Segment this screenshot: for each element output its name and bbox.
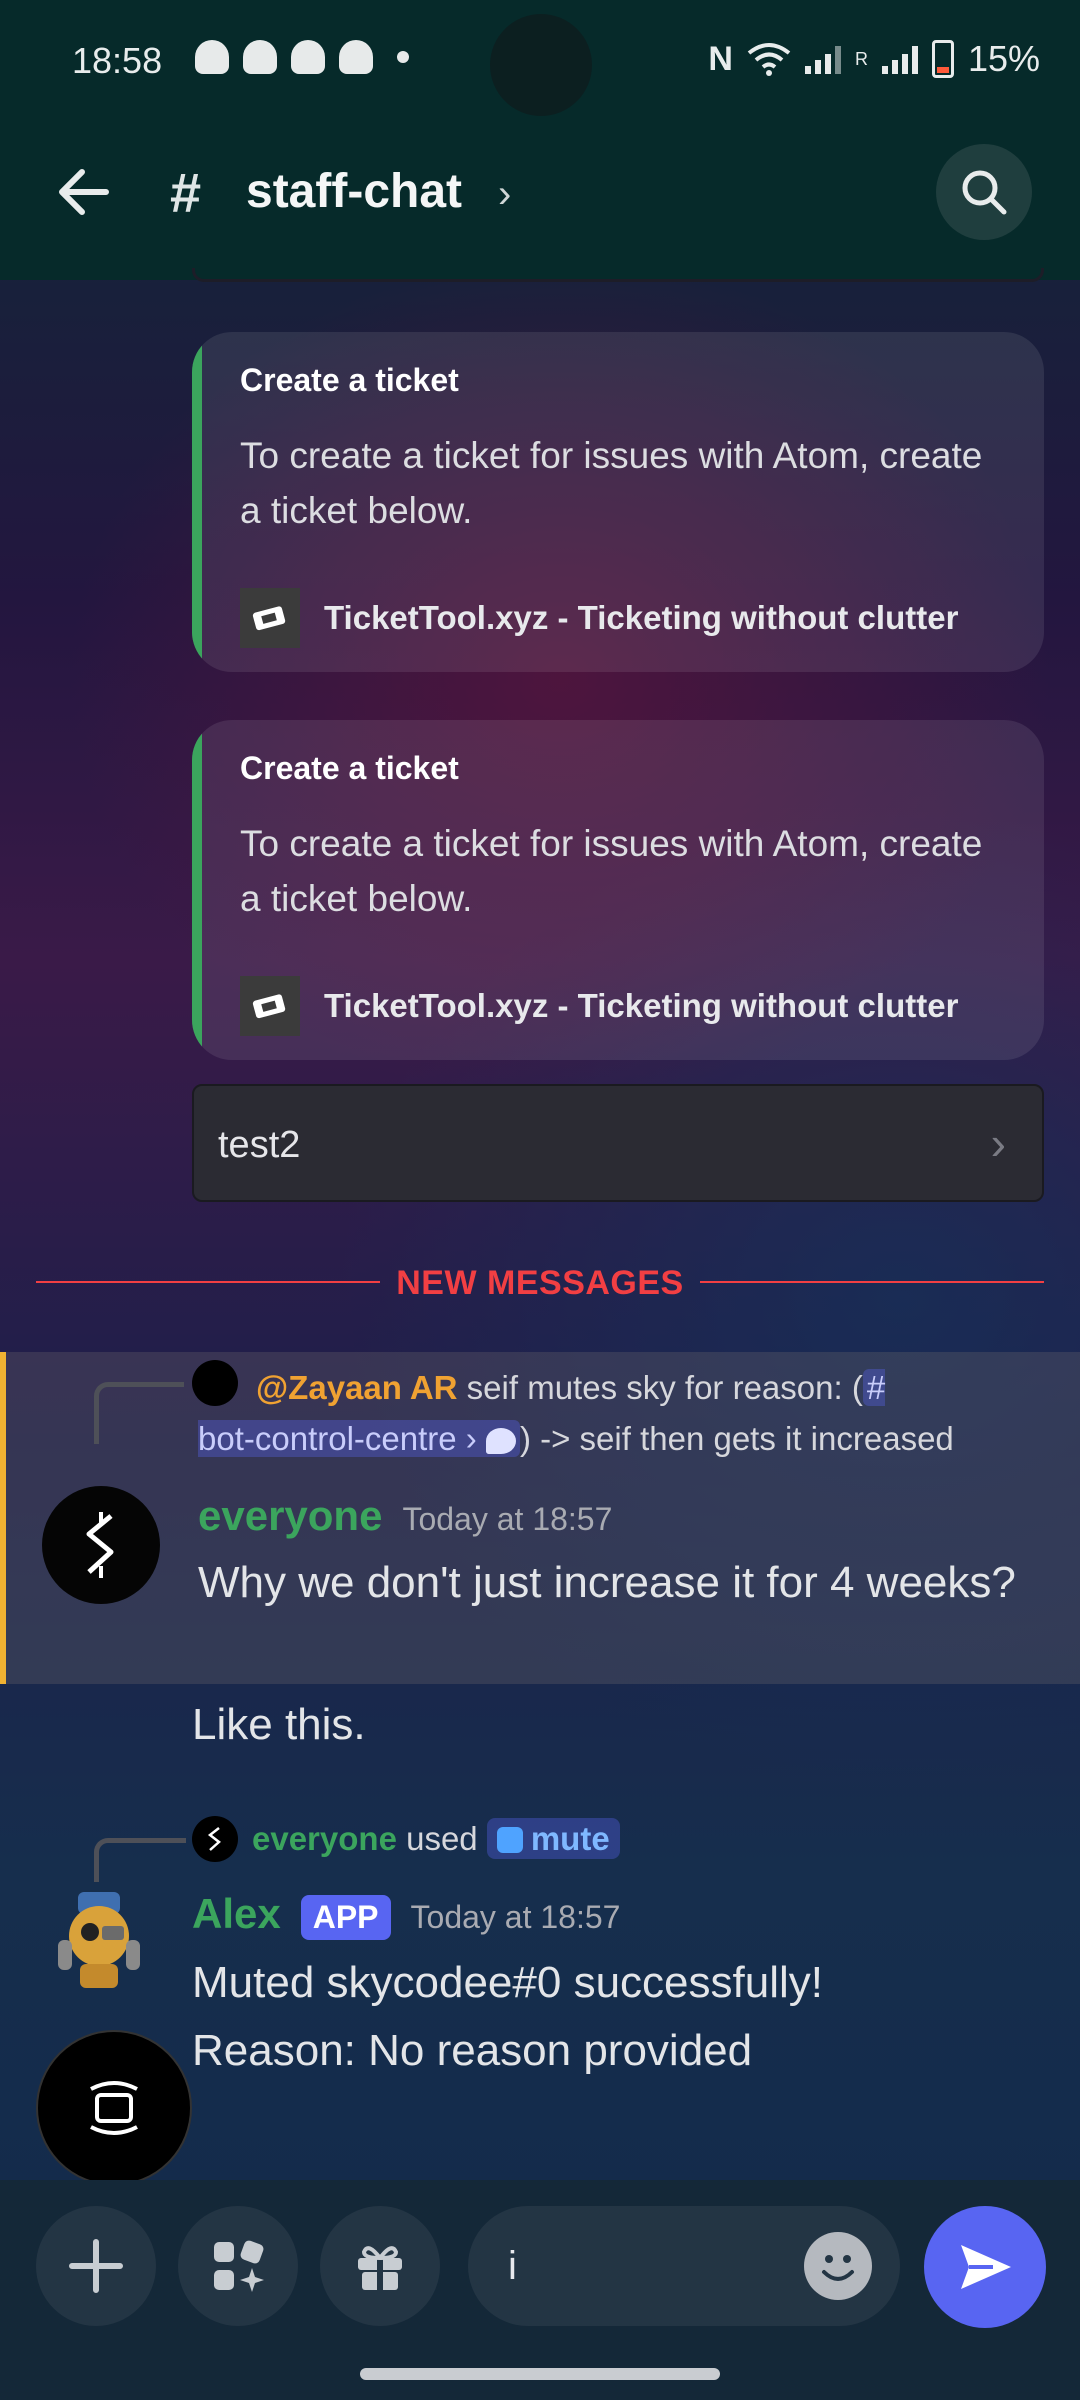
snapchat-icon [291,40,325,74]
search-icon [962,170,1007,215]
message-header: Alex APP Today at 18:57 [192,1890,620,1940]
timestamp: Today at 18:57 [410,1899,621,1935]
system-icons: N R 15% [708,38,1040,80]
notification-icons [195,40,409,74]
reply-text-end: ) -> seif then gets it increased [519,1420,954,1457]
message-text: Reason: No reason provided [192,2026,753,2075]
screen-capture-icon [90,2081,138,2135]
signal-icon-2 [881,44,918,74]
emoji-button[interactable] [804,2232,872,2300]
command-pill[interactable]: mute [486,1818,620,1859]
command-connector [94,1838,186,1882]
smiley-icon [822,2255,854,2281]
apps-icon [496,1827,523,1853]
reply-connector [94,1382,184,1444]
arrow-left-icon [59,169,109,215]
embed-description: To create a ticket for issues with Atom,… [240,435,983,531]
top-bar: 18:58 N R 15% # staff-chat › [0,0,1080,280]
new-messages-label: NEW MESSAGES [396,1264,684,1302]
ticket-embed: Create a ticket To create a ticket for i… [192,720,1044,1060]
avatar[interactable] [42,1486,160,1604]
locked-channel-icon: # [170,161,202,224]
plus-icon [69,2239,123,2293]
send-button[interactable] [924,2206,1046,2328]
message-header: everyone Today at 18:57 [198,1492,612,1540]
send-icon [961,2245,1011,2289]
bot-avatar[interactable] [40,1880,158,1998]
select-value: test2 [218,1124,301,1166]
floating-overlay-button[interactable] [36,2030,192,2186]
highlighted-message[interactable]: @Zayaan AR seif mutes sky for reason: (#… [0,1352,1080,1684]
previous-embed-edge [192,268,1044,282]
slash-logo-icon [86,1512,114,1578]
command-avatar [192,1816,238,1862]
reply-mention[interactable]: @Zayaan AR [256,1369,458,1406]
embed-footer[interactable]: TicketTool.xyz - Ticketing without clutt… [240,976,958,1036]
more-notifications-icon [397,51,409,63]
hash-icon: # [866,1369,886,1406]
ticket-icon [240,976,300,1036]
command-used-text: used [396,1820,487,1857]
embed-footer[interactable]: TicketTool.xyz - Ticketing without clutt… [240,588,958,648]
chevron-right-icon: › [465,1420,477,1457]
chevron-right-icon[interactable]: › [498,172,511,217]
new-messages-divider: NEW MESSAGES [36,1262,1044,1302]
front-camera [490,14,592,116]
command-name: mute [530,1820,610,1857]
battery-icon [931,40,954,78]
thread-icon [485,1428,516,1455]
signal-icon [804,44,841,74]
snapchat-icon [339,40,373,74]
reply-text: seif mutes sky for reason: ( [457,1369,863,1406]
battery-percent: 15% [967,38,1040,79]
embed-title: Create a ticket [240,362,459,398]
message-text: Muted skycodee#0 successfully! [192,1958,823,2007]
ticket-icon [240,588,300,648]
message-text: Why we don't just increase it for 4 week… [198,1558,1016,1607]
nfc-icon: N [708,39,733,78]
reply-preview[interactable]: @Zayaan AR seif mutes sky for reason: (#… [198,1362,1058,1464]
author-name[interactable]: everyone [198,1492,382,1540]
message-text: Like this. [192,1700,366,1749]
apps-button[interactable] [178,2206,298,2326]
roaming-indicator: R [854,48,868,69]
app-badge: APP [300,1895,391,1940]
embed-footer-text: TicketTool.xyz - Ticketing without clutt… [324,987,959,1024]
chevron-right-icon: › [990,1117,1006,1169]
robot-avatar-icon [58,1892,140,1988]
command-user[interactable]: everyone [252,1820,397,1857]
channel-title[interactable]: staff-chat [246,164,462,219]
channel-mention-label: bot-control-centre [198,1420,457,1457]
search-button[interactable] [936,144,1032,240]
snapchat-icon [243,40,277,74]
add-attachment-button[interactable] [36,2206,156,2326]
gift-button[interactable] [320,2206,440,2326]
snapchat-icon [195,40,229,74]
apps-icon [214,2240,264,2292]
ticket-embed: Create a ticket To create a ticket for i… [192,332,1044,672]
select-menu[interactable]: test2 › [192,1084,1044,1202]
embed-footer-text: TicketTool.xyz - Ticketing without clutt… [324,599,959,636]
command-usage: everyone used mute [252,1814,620,1864]
embed-title: Create a ticket [240,750,459,786]
home-indicator[interactable] [360,2368,720,2380]
timestamp: Today at 18:57 [402,1501,613,1537]
status-bar: 18:58 N R 15% [0,0,1080,125]
embed-description: To create a ticket for issues with Atom,… [240,823,983,919]
gift-icon [358,2246,402,2290]
wifi-icon [747,43,791,76]
status-time: 18:58 [72,40,163,81]
back-button[interactable] [52,160,116,224]
author-name[interactable]: Alex [192,1890,281,1938]
